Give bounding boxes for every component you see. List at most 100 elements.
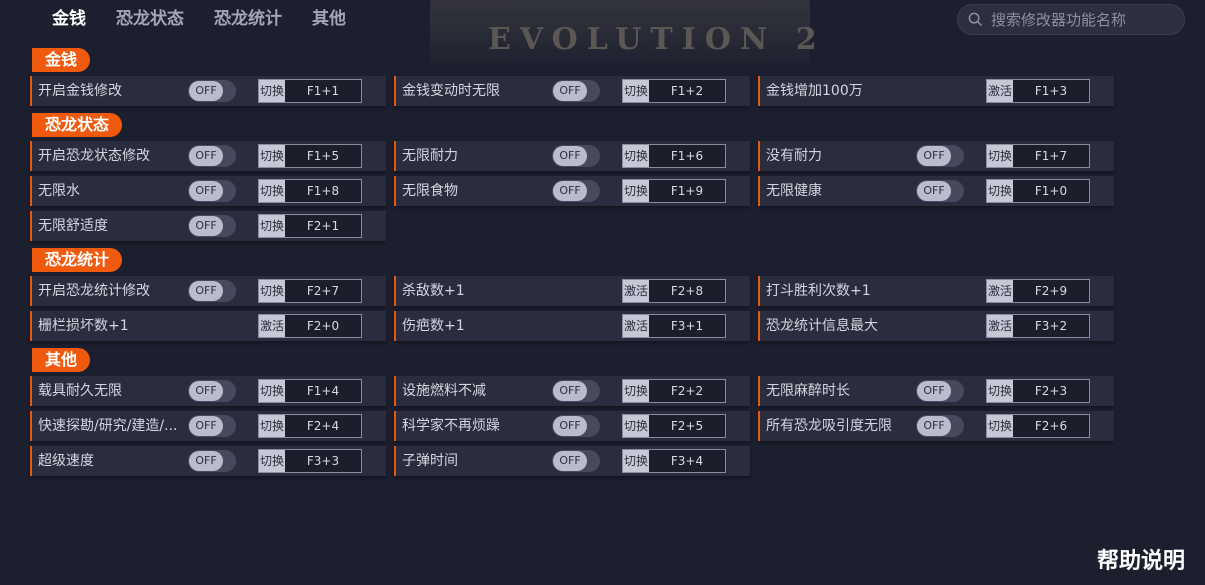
toggle-state-label: OFF <box>553 81 587 101</box>
cheat-row: 杀敌数+1 激活 F2+8 <box>394 276 750 306</box>
hotkey-box[interactable]: 激活 F3+2 <box>986 314 1090 338</box>
off-toggle[interactable]: OFF <box>552 415 600 437</box>
hotkey-box[interactable]: 切换 F1+2 <box>622 79 726 103</box>
hotkey-key: F1+0 <box>1034 184 1068 198</box>
hotkey-box[interactable]: 激活 F2+9 <box>986 279 1090 303</box>
hotkey-box[interactable]: 切换 F1+7 <box>986 144 1090 168</box>
hotkey-action-label: 切换 <box>623 145 649 167</box>
help-button[interactable]: 帮助说明 <box>1097 543 1185 575</box>
cheat-row: 恐龙统计信息最大 激活 F3+2 <box>758 311 1114 341</box>
tab-dino-stats[interactable]: 恐龙统计 <box>214 6 282 34</box>
toggle-state-label: OFF <box>917 381 951 401</box>
hotkey-key: F2+0 <box>306 319 340 333</box>
cheat-label: 恐龙统计信息最大 <box>766 318 878 334</box>
hotkey-box[interactable]: 切换 F2+5 <box>622 414 726 438</box>
off-toggle[interactable]: OFF <box>916 415 964 437</box>
cheat-row: 金钱增加100万 激活 F1+3 <box>758 76 1114 106</box>
section-header: 恐龙统计 <box>32 248 123 272</box>
cheat-row: 开启恐龙统计修改 OFF 切换 F2+7 <box>30 276 386 306</box>
cheat-row: 无限水 OFF 切换 F1+8 <box>30 176 386 206</box>
cheat-label: 无限健康 <box>766 183 822 199</box>
off-toggle[interactable]: OFF <box>188 180 236 202</box>
off-toggle[interactable]: OFF <box>916 180 964 202</box>
hotkey-box[interactable]: 切换 F1+9 <box>622 179 726 203</box>
hotkey-box[interactable]: 激活 F3+1 <box>622 314 726 338</box>
off-toggle[interactable]: OFF <box>552 145 600 167</box>
off-toggle[interactable]: OFF <box>552 450 600 472</box>
toggle-state-label: OFF <box>553 451 587 471</box>
hotkey-action-label: 切换 <box>259 180 285 202</box>
hotkey-action-label: 切换 <box>623 180 649 202</box>
off-toggle[interactable]: OFF <box>188 450 236 472</box>
cheat-label: 快速探勘/研究/建造/... <box>38 418 178 434</box>
cheat-label: 无限舒适度 <box>38 218 108 234</box>
off-toggle[interactable]: OFF <box>552 80 600 102</box>
hotkey-box[interactable]: 激活 F2+0 <box>258 314 362 338</box>
hotkey-key: F2+7 <box>306 284 340 298</box>
cheat-row: 金钱变动时无限 OFF 切换 F1+2 <box>394 76 750 106</box>
hotkey-box[interactable]: 切换 F1+5 <box>258 144 362 168</box>
cheat-label: 打斗胜利次数+1 <box>766 283 871 299</box>
toggle-state-label: OFF <box>917 146 951 166</box>
off-toggle[interactable]: OFF <box>552 180 600 202</box>
off-toggle[interactable]: OFF <box>188 80 236 102</box>
hotkey-box[interactable]: 切换 F2+3 <box>986 379 1090 403</box>
off-toggle[interactable]: OFF <box>188 380 236 402</box>
cheat-label: 无限耐力 <box>402 148 458 164</box>
off-toggle[interactable]: OFF <box>188 215 236 237</box>
tab-money[interactable]: 金钱 <box>52 6 86 34</box>
hotkey-key: F2+4 <box>306 419 340 433</box>
off-toggle[interactable]: OFF <box>188 280 236 302</box>
hotkey-action-label: 切换 <box>259 380 285 402</box>
hotkey-box[interactable]: 切换 F2+7 <box>258 279 362 303</box>
hotkey-key: F1+6 <box>670 149 704 163</box>
tab-dino-status[interactable]: 恐龙状态 <box>116 6 184 34</box>
hotkey-key: F3+4 <box>670 454 704 468</box>
hotkey-key: F1+5 <box>306 149 340 163</box>
search-input[interactable] <box>989 9 1173 30</box>
cheat-row: 子弹时间 OFF 切换 F3+4 <box>394 446 750 476</box>
hotkey-box[interactable]: 激活 F2+8 <box>622 279 726 303</box>
hotkey-key: F2+1 <box>306 219 340 233</box>
hotkey-key: F1+9 <box>670 184 704 198</box>
hotkey-box[interactable]: 切换 F3+3 <box>258 449 362 473</box>
hotkey-action-label: 切换 <box>987 180 1013 202</box>
hotkey-box[interactable]: 激活 F1+3 <box>986 79 1090 103</box>
toggle-state-label: OFF <box>553 181 587 201</box>
off-toggle[interactable]: OFF <box>916 380 964 402</box>
toggle-state-label: OFF <box>189 381 223 401</box>
hotkey-box[interactable]: 切换 F1+6 <box>622 144 726 168</box>
tab-other[interactable]: 其他 <box>312 6 346 34</box>
cheat-label: 伤疤数+1 <box>402 318 465 334</box>
hotkey-key: F2+6 <box>1034 419 1068 433</box>
section-header: 恐龙状态 <box>32 113 123 137</box>
off-toggle[interactable]: OFF <box>188 145 236 167</box>
hotkey-box[interactable]: 切换 F1+0 <box>986 179 1090 203</box>
background-game-title: EVOLUTION 2 <box>488 22 826 57</box>
off-toggle[interactable]: OFF <box>552 380 600 402</box>
hotkey-box[interactable]: 切换 F2+4 <box>258 414 362 438</box>
cheat-row: 无限麻醉时长 OFF 切换 F2+3 <box>758 376 1114 406</box>
section-header: 金钱 <box>32 48 91 72</box>
search-icon <box>968 12 983 27</box>
hotkey-box[interactable]: 切换 F2+6 <box>986 414 1090 438</box>
hotkey-box[interactable]: 切换 F1+4 <box>258 379 362 403</box>
hotkey-action-label: 切换 <box>259 215 285 237</box>
hotkey-box[interactable]: 切换 F2+2 <box>622 379 726 403</box>
hotkey-box[interactable]: 切换 F3+4 <box>622 449 726 473</box>
off-toggle[interactable]: OFF <box>916 145 964 167</box>
cheat-row: 开启金钱修改 OFF 切换 F1+1 <box>30 76 386 106</box>
hotkey-box[interactable]: 切换 F2+1 <box>258 214 362 238</box>
hotkey-key: F2+8 <box>670 284 704 298</box>
cheat-label: 杀敌数+1 <box>402 283 465 299</box>
cheat-row: 快速探勘/研究/建造/... OFF 切换 F2+4 <box>30 411 386 441</box>
hotkey-box[interactable]: 切换 F1+1 <box>258 79 362 103</box>
hotkey-action-label: 激活 <box>987 315 1013 337</box>
cheat-label: 开启恐龙统计修改 <box>38 283 150 299</box>
cheat-row: 无限食物 OFF 切换 F1+9 <box>394 176 750 206</box>
hotkey-box[interactable]: 切换 F1+8 <box>258 179 362 203</box>
cheat-label: 无限水 <box>38 183 80 199</box>
off-toggle[interactable]: OFF <box>188 415 236 437</box>
toggle-state-label: OFF <box>189 451 223 471</box>
search-box[interactable] <box>957 4 1185 35</box>
